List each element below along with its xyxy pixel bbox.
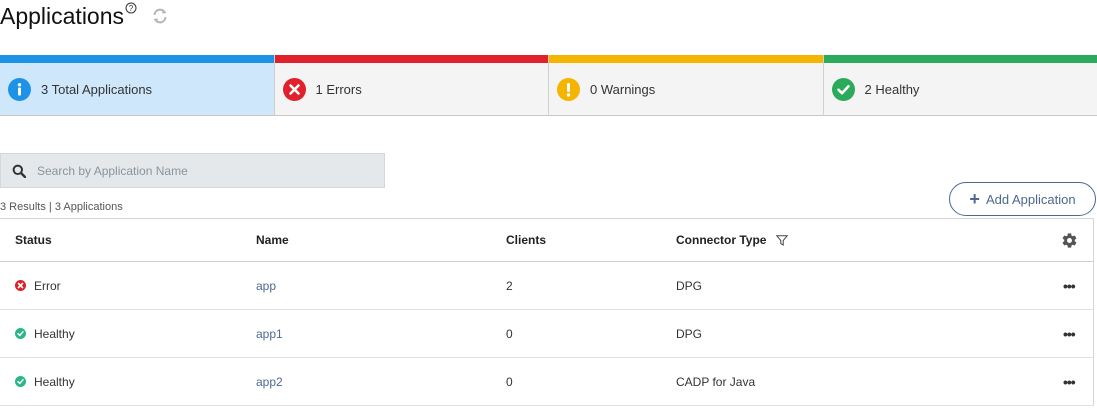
summary-label: 3 Total Applications bbox=[41, 82, 153, 97]
table-row[interactable]: Healthy app1 0 DPG ••• bbox=[0, 310, 1093, 358]
summary-card-errors[interactable]: 1 Errors bbox=[274, 55, 549, 116]
status-bar bbox=[274, 55, 548, 63]
status-bar bbox=[823, 55, 1097, 63]
error-status-icon bbox=[15, 280, 26, 291]
status-bar bbox=[0, 55, 274, 63]
more-actions-icon[interactable]: ••• bbox=[1063, 374, 1076, 390]
summary-card-total[interactable]: 3 Total Applications bbox=[0, 55, 275, 116]
clients-count: 0 bbox=[506, 374, 513, 389]
gear-icon[interactable] bbox=[1061, 232, 1078, 249]
help-icon[interactable]: ? bbox=[125, 2, 137, 17]
refresh-icon[interactable] bbox=[151, 7, 169, 25]
summary-card-healthy[interactable]: 2 Healthy bbox=[823, 55, 1097, 116]
application-name-link[interactable]: app bbox=[256, 279, 276, 293]
status-text: Healthy bbox=[34, 326, 75, 341]
application-name-link[interactable]: app2 bbox=[256, 375, 283, 389]
connector-type: DPG bbox=[676, 326, 703, 341]
healthy-status-icon bbox=[15, 328, 26, 339]
add-application-label: Add Application bbox=[985, 191, 1076, 207]
add-application-button[interactable]: + Add Application bbox=[949, 182, 1096, 216]
applications-table: Status Name Clients Connector Type Error… bbox=[0, 218, 1094, 406]
error-icon bbox=[282, 78, 306, 101]
status-text: Error bbox=[34, 278, 61, 293]
clients-count: 0 bbox=[506, 326, 513, 341]
column-header-clients[interactable]: Clients bbox=[506, 233, 546, 247]
results-count: 3 Results | 3 Applications bbox=[0, 201, 123, 213]
summary-label: 0 Warnings bbox=[590, 82, 656, 97]
healthy-status-icon bbox=[15, 376, 26, 387]
info-icon bbox=[8, 78, 31, 101]
table-header: Status Name Clients Connector Type bbox=[0, 219, 1093, 262]
application-name-link[interactable]: app1 bbox=[256, 327, 283, 341]
more-actions-icon[interactable]: ••• bbox=[1063, 326, 1076, 342]
check-icon bbox=[831, 78, 855, 101]
plus-icon: + bbox=[969, 189, 980, 209]
search-icon bbox=[12, 164, 26, 178]
column-header-connector-type[interactable]: Connector Type bbox=[676, 233, 766, 247]
column-header-status[interactable]: Status bbox=[15, 233, 52, 247]
connector-type: DPG bbox=[676, 278, 703, 293]
summary-bar: 3 Total Applications 1 Errors 0 Warnings… bbox=[0, 55, 1097, 116]
page-title: Applications bbox=[0, 3, 125, 29]
svg-text:?: ? bbox=[129, 4, 134, 13]
search-input[interactable] bbox=[35, 162, 359, 179]
clients-count: 2 bbox=[506, 278, 513, 293]
summary-label: 2 Healthy bbox=[864, 82, 920, 97]
status-bar bbox=[549, 55, 823, 63]
summary-label: 1 Errors bbox=[315, 82, 362, 97]
filter-icon[interactable] bbox=[776, 234, 789, 246]
table-row[interactable]: Healthy app2 0 CADP for Java ••• bbox=[0, 358, 1093, 406]
summary-card-warnings[interactable]: 0 Warnings bbox=[549, 55, 824, 116]
column-header-name[interactable]: Name bbox=[256, 233, 289, 247]
page-header: Applications ? bbox=[0, 0, 169, 34]
more-actions-icon[interactable]: ••• bbox=[1063, 278, 1076, 294]
status-text: Healthy bbox=[34, 374, 75, 389]
table-row[interactable]: Error app 2 DPG ••• bbox=[0, 262, 1093, 310]
warning-icon bbox=[557, 78, 580, 101]
search-box[interactable] bbox=[0, 153, 385, 188]
connector-type: CADP for Java bbox=[676, 374, 756, 389]
